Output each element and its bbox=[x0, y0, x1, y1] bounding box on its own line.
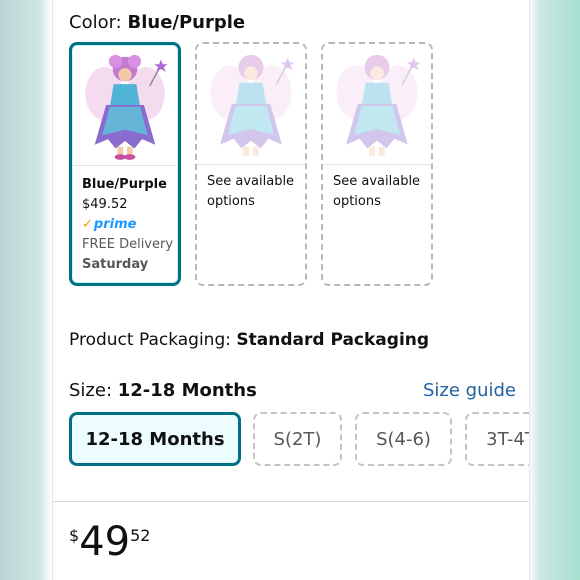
size-guide-link[interactable]: Size guide bbox=[423, 380, 516, 401]
prime-check-icon: ✓ bbox=[82, 217, 93, 232]
costume-image bbox=[336, 54, 421, 157]
color-swatch-option-2[interactable]: See available options bbox=[195, 42, 307, 286]
color-swatch-blue-purple[interactable]: Blue/Purple $49.52 ✓prime FREE Delivery … bbox=[69, 42, 181, 286]
swatch-info: See available options bbox=[333, 172, 420, 212]
swatch-divider bbox=[72, 165, 178, 166]
delivery-text: FREE Delivery bbox=[82, 237, 174, 252]
color-value: Blue/Purple bbox=[127, 12, 246, 33]
color-swatch-option-3[interactable]: See available options bbox=[321, 42, 433, 286]
size-option-s2t[interactable]: S(2T) bbox=[253, 412, 342, 466]
see-options-line1: See available bbox=[333, 174, 421, 189]
section-divider bbox=[53, 501, 529, 502]
color-selection-label: Color: Blue/Purple bbox=[69, 12, 245, 33]
swatch-divider bbox=[197, 164, 305, 165]
size-option-3t-4t[interactable]: 3T-4T bbox=[465, 412, 529, 466]
see-options-line2: options bbox=[333, 194, 381, 209]
costume-image bbox=[85, 54, 168, 160]
size-option-clip: 3T-4T bbox=[465, 412, 529, 466]
packaging-label-text: Product Packaging: bbox=[69, 330, 231, 350]
packaging-value: Standard Packaging bbox=[236, 330, 430, 350]
size-value: 12-18 Months bbox=[117, 380, 257, 401]
packaging-label: Product Packaging: Standard Packaging bbox=[69, 330, 429, 350]
see-options-line2: options bbox=[207, 194, 255, 209]
size-option-s4-6[interactable]: S(4-6) bbox=[355, 412, 452, 466]
swatch-name: Blue/Purple bbox=[82, 177, 167, 192]
delivery-day: Saturday bbox=[82, 257, 149, 272]
swatch-divider bbox=[323, 164, 431, 165]
size-option-12-18-months[interactable]: 12-18 Months bbox=[69, 412, 241, 466]
swatch-info: Blue/Purple $49.52 ✓prime FREE Delivery … bbox=[82, 175, 173, 275]
costume-image bbox=[210, 54, 295, 157]
size-selection-label: Size: 12-18 Months bbox=[69, 380, 257, 401]
prime-text: prime bbox=[93, 217, 137, 232]
size-label-text: Size: bbox=[69, 380, 113, 401]
swatch-info: See available options bbox=[207, 172, 294, 212]
price-fraction: 52 bbox=[130, 526, 151, 545]
price-whole: 49 bbox=[79, 519, 131, 565]
swatch-price: $49.52 bbox=[82, 197, 128, 212]
color-label: Color: bbox=[69, 12, 122, 33]
product-options-card: Color: Blue/Purple Blue/Purple $49.52 ✓p… bbox=[52, 0, 530, 580]
see-options-line1: See available bbox=[207, 174, 295, 189]
price-currency: $ bbox=[69, 526, 80, 545]
price-display: $4952 bbox=[69, 520, 150, 564]
prime-badge: ✓prime bbox=[82, 215, 173, 235]
